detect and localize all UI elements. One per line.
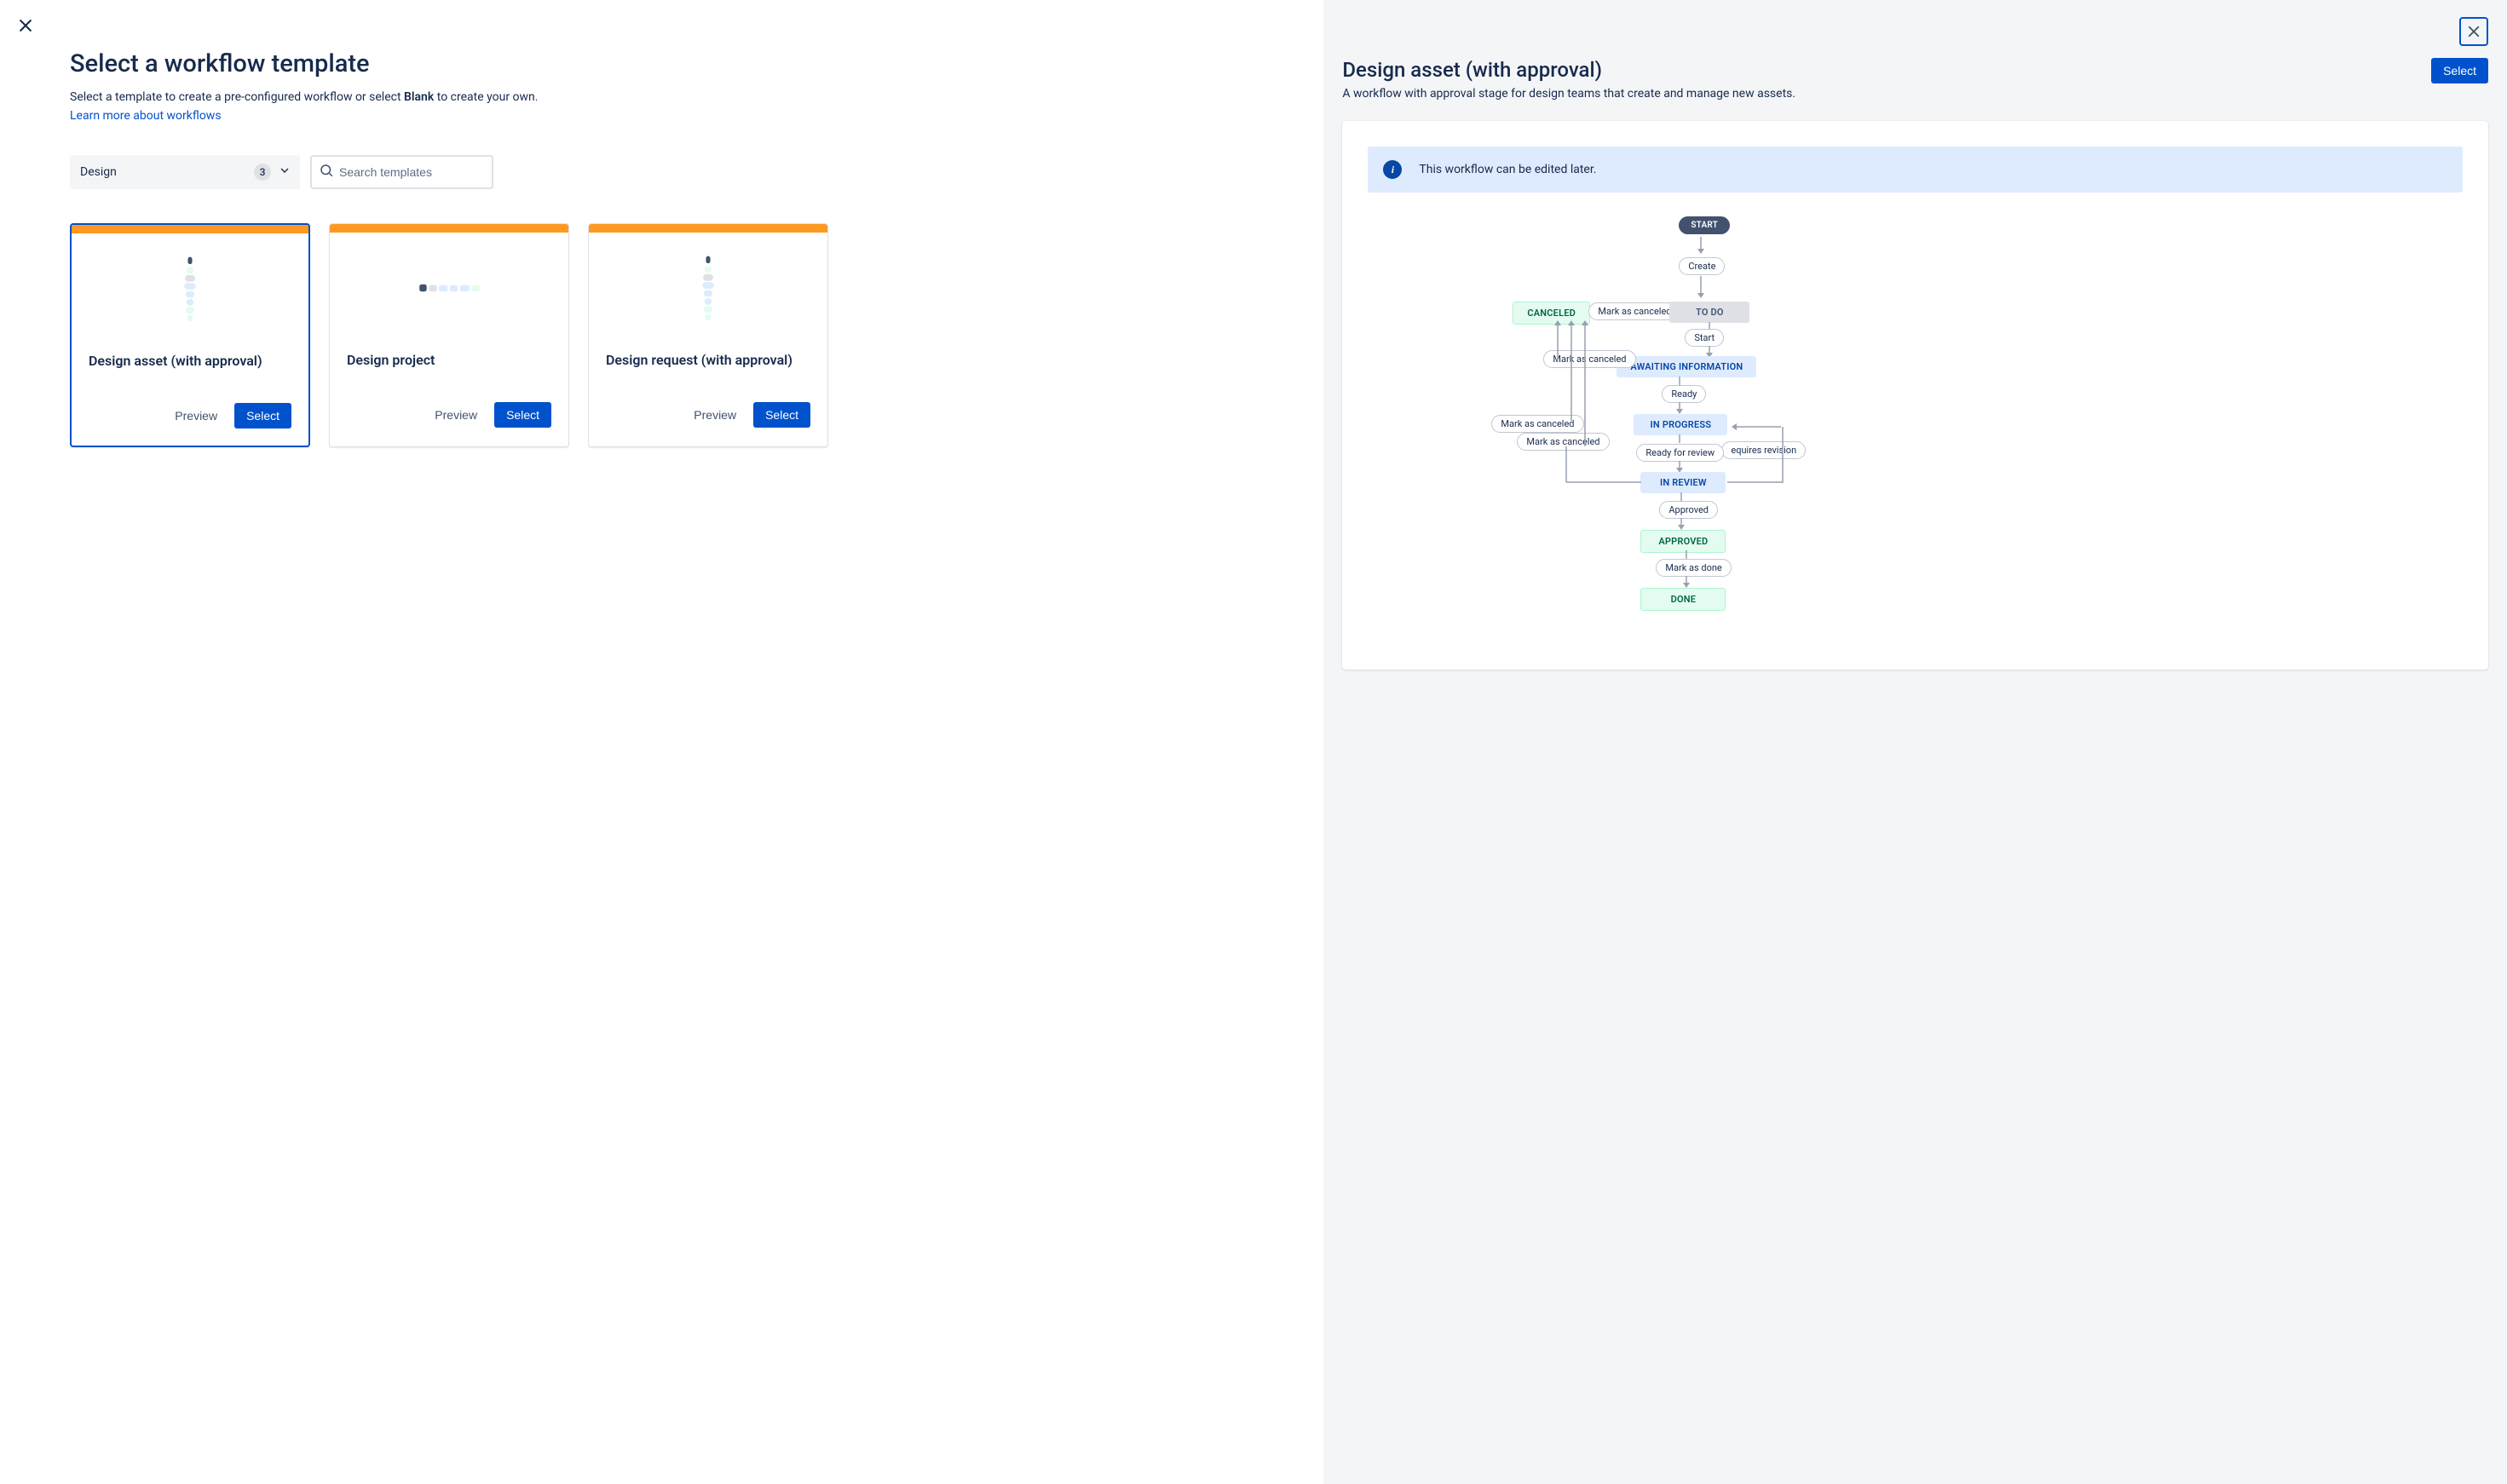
workflow-transition-mark-canceled-1: Mark as canceled [1588, 302, 1680, 320]
right-panel: Design asset (with approval) A workflow … [1323, 0, 2507, 1484]
subtitle-bold: Blank [404, 90, 434, 104]
workflow-transition-start: Start [1685, 329, 1724, 347]
workflow-status-approved: APPROVED [1640, 530, 1726, 553]
close-button[interactable] [14, 14, 37, 37]
workflow-transition-ready-for-review: Ready for review [1636, 444, 1724, 462]
preview-button[interactable]: Preview [166, 404, 226, 428]
preview-title: Design asset (with approval) [1342, 58, 1795, 82]
template-thumbnail [330, 233, 568, 343]
select-button[interactable]: Select [494, 402, 551, 428]
card-accent [589, 224, 827, 233]
category-count-badge: 3 [254, 164, 271, 181]
preview-surface: i This workflow can be edited later. STA… [1342, 121, 2488, 670]
page-subtitle: Select a template to create a pre-config… [70, 89, 1289, 106]
workflow-diagram: START Create CANCELED Mark as canceled T… [1368, 210, 2463, 636]
category-select[interactable]: Design 3 [70, 155, 300, 189]
card-accent [330, 224, 568, 233]
template-thumbnail [72, 233, 308, 344]
select-button[interactable]: Select [234, 403, 291, 429]
template-card-design-asset[interactable]: Design asset (with approval) Preview Sel… [70, 223, 310, 447]
left-panel: Select a workflow template Select a temp… [0, 0, 1323, 1484]
search-icon [319, 163, 339, 181]
preview-button[interactable]: Preview [426, 403, 486, 427]
info-icon: i [1383, 160, 1402, 179]
workflow-status-in-progress: IN PROGRESS [1634, 414, 1727, 435]
close-preview-button[interactable] [2459, 17, 2488, 46]
template-cards-grid: Design asset (with approval) Preview Sel… [70, 223, 1289, 447]
template-card-title: Design project [347, 352, 551, 368]
workflow-transition-mark-as-done: Mark as done [1656, 559, 1731, 577]
info-banner: i This workflow can be edited later. [1368, 147, 2463, 193]
workflow-transition-create: Create [1679, 257, 1725, 275]
filters-row: Design 3 [70, 155, 1289, 189]
template-card-design-project[interactable]: Design project Preview Select [329, 223, 569, 447]
workflow-transition-ready: Ready [1662, 385, 1706, 403]
template-card-title: Design asset (with approval) [89, 353, 291, 369]
page-title: Select a workflow template [70, 49, 1289, 78]
workflow-status-canceled: CANCELED [1513, 302, 1590, 325]
workflow-status-todo: TO DO [1669, 302, 1749, 323]
workflow-status-in-review: IN REVIEW [1640, 472, 1726, 493]
subtitle-post: to create your own. [434, 90, 538, 104]
template-card-design-request[interactable]: Design request (with approval) Preview S… [588, 223, 828, 447]
workflow-transition-requires-revision: equires revision [1721, 441, 1806, 459]
workflow-status-awaiting: AWAITING INFORMATION [1617, 356, 1756, 377]
workflow-status-done: DONE [1640, 588, 1726, 611]
learn-more-link[interactable]: Learn more about workflows [70, 109, 222, 123]
preview-button[interactable]: Preview [685, 403, 745, 427]
preview-description: A workflow with approval stage for desig… [1342, 87, 1795, 101]
workflow-transition-approved: Approved [1659, 501, 1718, 519]
search-input[interactable] [339, 165, 485, 179]
template-card-title: Design request (with approval) [606, 352, 810, 368]
card-accent [72, 225, 308, 233]
subtitle-pre: Select a template to create a pre-config… [70, 90, 404, 104]
search-field[interactable] [310, 155, 493, 189]
select-button[interactable]: Select [753, 402, 810, 428]
chevron-down-icon [278, 164, 291, 181]
workflow-start-node: START [1679, 216, 1730, 234]
template-thumbnail [589, 233, 827, 343]
category-label: Design [80, 165, 117, 179]
preview-select-button[interactable]: Select [2431, 58, 2488, 83]
info-text: This workflow can be edited later. [1419, 163, 1596, 176]
